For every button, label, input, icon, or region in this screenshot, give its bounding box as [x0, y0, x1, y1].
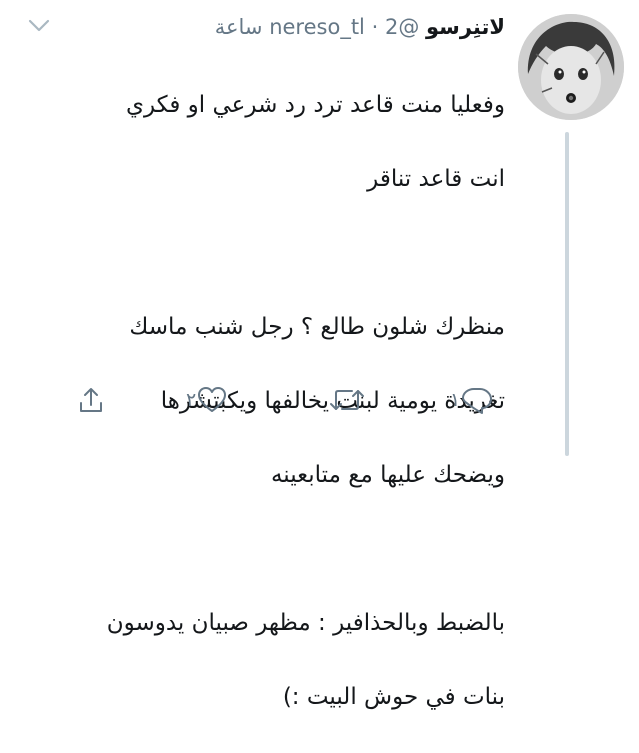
- tweet-line: بنات في حوش البيت :): [282, 684, 505, 710]
- meta-separator: ·: [371, 15, 379, 39]
- reply-count: ١: [450, 389, 461, 411]
- like-count: ٢: [186, 389, 197, 411]
- tweet-header: لاتنِرسو @nereso_tl · 2 ساعة: [215, 12, 505, 42]
- tweet-line: ويضحك عليها مع متابعينه: [270, 462, 505, 488]
- reply-button[interactable]: ١: [446, 380, 494, 420]
- reply-icon: [462, 388, 493, 414]
- avatar-image: [518, 14, 624, 120]
- tweet-line: انت قاعد تناقر: [367, 166, 505, 192]
- tweet-line: وفعليا منت قاعد ترد رد شرعي او فكري: [125, 92, 505, 118]
- retweet-button[interactable]: [324, 380, 366, 420]
- retweet-icon: [330, 390, 364, 410]
- tweet-line: منظرك شلون طالع ؟ رجل شنب ماسك: [129, 314, 505, 340]
- thread-line: [565, 132, 569, 456]
- tweet-line: بالضبط وبالحذافير : مظهر صبيان يدوسون: [106, 610, 505, 636]
- tweet-menu-button[interactable]: [28, 18, 50, 34]
- avatar[interactable]: [518, 14, 624, 120]
- chevron-down-icon: [28, 19, 50, 32]
- author-name[interactable]: لاتنِرسو: [426, 15, 505, 39]
- share-icon: [80, 388, 102, 412]
- heart-icon: [198, 387, 227, 412]
- like-button[interactable]: ٢: [182, 380, 228, 420]
- share-button[interactable]: [76, 380, 106, 420]
- tweet-actions: ٢ ١: [0, 380, 560, 420]
